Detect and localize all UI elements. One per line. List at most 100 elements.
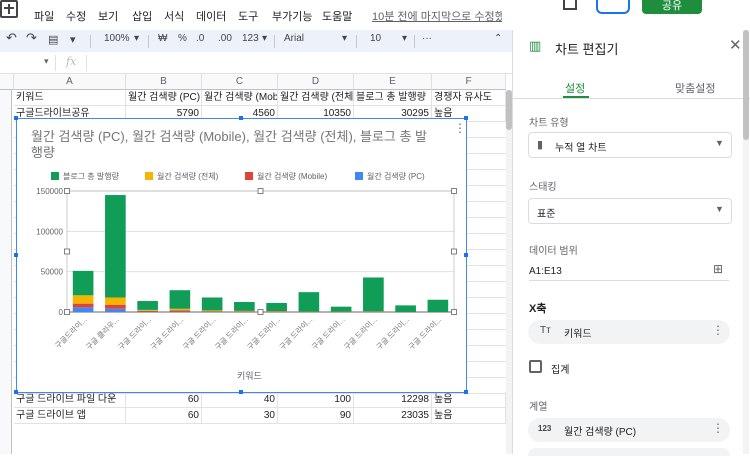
chart-resize-handle[interactable] xyxy=(14,390,18,394)
name-box[interactable]: ▾ xyxy=(0,55,56,71)
column-header-b[interactable]: B xyxy=(126,74,202,90)
x-axis-title[interactable]: 키워드 xyxy=(237,369,262,382)
last-edit-link[interactable]: 10분 전에 마지막으로 수정했습니다 xyxy=(372,8,502,24)
present-button[interactable] xyxy=(596,0,630,14)
bar-segment[interactable] xyxy=(105,309,126,312)
column-header-d[interactable]: D xyxy=(278,74,354,90)
bar-segment[interactable] xyxy=(73,295,94,303)
cell-e-download[interactable]: 12298 xyxy=(354,392,432,408)
font-chevron-icon[interactable]: ▾ xyxy=(342,33,347,44)
percent-format-button[interactable]: % xyxy=(178,33,187,44)
cell-e1[interactable]: 블로그 총 발행량 xyxy=(354,90,432,106)
redo-icon[interactable]: ↷ xyxy=(26,30,37,46)
menu-help[interactable]: 도움말 xyxy=(322,8,352,24)
series-chip[interactable]: 123 월간 검색량 (PC) ⋮ xyxy=(528,418,730,442)
bar-segment[interactable] xyxy=(105,297,126,304)
cell-d-app[interactable]: 90 xyxy=(278,408,354,424)
bar-segment[interactable] xyxy=(234,302,255,311)
bar-segment[interactable] xyxy=(73,307,94,312)
chart-resize-handle[interactable] xyxy=(14,253,18,257)
bar-segment[interactable] xyxy=(73,304,94,308)
cell-b-app[interactable]: 60 xyxy=(126,408,202,424)
paint-format-icon[interactable]: ▾ xyxy=(70,33,76,46)
chart-resize-handle[interactable] xyxy=(239,116,243,120)
bar-segment[interactable] xyxy=(73,271,94,295)
cell-a1[interactable]: 키워드 xyxy=(14,90,126,106)
bar-segment[interactable] xyxy=(202,297,223,310)
collapse-chevron-icon[interactable]: ⌃ xyxy=(494,33,502,44)
print-icon[interactable]: ▤ xyxy=(48,33,58,46)
grid-select-icon[interactable]: ⊞ xyxy=(713,262,723,276)
more-options-button[interactable]: ··· xyxy=(422,33,432,44)
more-formats-button[interactable]: 123 xyxy=(242,33,259,44)
series-chip-next[interactable] xyxy=(528,448,730,456)
plot-resize-handle[interactable] xyxy=(452,189,457,194)
x-axis-more-icon[interactable]: ⋮ xyxy=(712,323,724,337)
bar-segment[interactable] xyxy=(202,311,223,312)
plot-resize-handle[interactable] xyxy=(65,189,70,194)
bar-segment[interactable] xyxy=(234,311,255,312)
cell-b1[interactable]: 월간 검색량 (PC) xyxy=(126,90,202,106)
bar-segment[interactable] xyxy=(363,277,384,311)
plot-resize-handle[interactable] xyxy=(452,310,457,315)
menu-tools[interactable]: 도구 xyxy=(238,8,258,24)
increase-decimal-button[interactable]: .00 xyxy=(218,33,232,44)
font-size-chevron-icon[interactable]: ▾ xyxy=(402,33,407,44)
chart-container[interactable]: 월간 검색량 (PC), 월간 검색량 (Mobile), 월간 검색량 (전체… xyxy=(16,118,467,393)
bar-segment[interactable] xyxy=(202,310,223,311)
plot-resize-handle[interactable] xyxy=(65,310,70,315)
chart-resize-handle[interactable] xyxy=(464,390,468,394)
bar-segment[interactable] xyxy=(137,310,158,311)
menu-edit[interactable]: 수정 xyxy=(66,8,86,24)
share-button[interactable]: 공유 xyxy=(642,0,702,14)
select-all-corner[interactable] xyxy=(0,74,14,90)
close-icon[interactable]: ✕ xyxy=(729,36,742,54)
zoom-select[interactable]: 100% xyxy=(104,33,130,44)
chart-resize-handle[interactable] xyxy=(464,253,468,257)
bar-segment[interactable] xyxy=(428,300,449,312)
data-range-value[interactable]: A1:E13 xyxy=(529,266,562,277)
undo-icon[interactable]: ↶ xyxy=(6,30,17,46)
tab-setup[interactable]: 설정 xyxy=(565,80,585,96)
x-axis-chip[interactable]: Tт 키워드 ⋮ xyxy=(528,320,730,344)
cell-d-download[interactable]: 100 xyxy=(278,392,354,408)
menu-data[interactable]: 데이터 xyxy=(196,8,226,24)
column-header-f[interactable]: F xyxy=(432,74,506,90)
aggregate-checkbox[interactable] xyxy=(529,360,542,373)
cell-e-app[interactable]: 23035 xyxy=(354,408,432,424)
cell-a-app[interactable]: 구글 드라이브 앱 xyxy=(14,408,126,424)
chart-plot[interactable]: 050000100000150000구글드라이...구글 클라우...구글 드라… xyxy=(17,119,466,392)
font-select[interactable]: Arial xyxy=(284,33,304,44)
row-header-strip[interactable] xyxy=(0,90,12,454)
column-header-e[interactable]: E xyxy=(354,74,432,90)
menu-format[interactable]: 서식 xyxy=(164,8,184,24)
cell-b-download[interactable]: 60 xyxy=(126,392,202,408)
cell-a-download[interactable]: 구글 드라이브 파일 다운 xyxy=(14,392,126,408)
bar-segment[interactable] xyxy=(331,307,352,312)
formula-input[interactable] xyxy=(86,55,506,71)
plot-resize-handle[interactable] xyxy=(258,189,263,194)
chart-resize-handle[interactable] xyxy=(14,116,18,120)
series-more-icon[interactable]: ⋮ xyxy=(712,421,724,435)
cell-d1[interactable]: 월간 검색량 (전체) xyxy=(278,90,354,106)
sheets-logo-icon[interactable] xyxy=(0,0,18,18)
plot-resize-handle[interactable] xyxy=(258,310,263,315)
bar-segment[interactable] xyxy=(105,305,126,309)
currency-format-button[interactable]: ₩ xyxy=(158,33,167,44)
comment-icon[interactable] xyxy=(563,0,577,10)
menu-file[interactable]: 파일 xyxy=(34,8,54,24)
chart-type-select[interactable]: ▮ 누적 열 차트 ▼ xyxy=(528,132,732,158)
bar-segment[interactable] xyxy=(170,310,191,311)
bar-segment[interactable] xyxy=(170,290,191,309)
menu-insert[interactable]: 삽입 xyxy=(132,8,152,24)
bar-segment[interactable] xyxy=(137,311,158,312)
bar-segment[interactable] xyxy=(299,292,320,311)
column-header-c[interactable]: C xyxy=(202,74,278,90)
plot-resize-handle[interactable] xyxy=(452,249,457,254)
panel-scrollbar[interactable] xyxy=(743,30,749,454)
bar-segment[interactable] xyxy=(137,301,158,310)
bar-segment[interactable] xyxy=(266,303,287,311)
cell-f-download[interactable]: 높음 xyxy=(432,392,506,408)
decrease-decimal-button[interactable]: .0 xyxy=(196,33,204,44)
menu-addons[interactable]: 부가기능 xyxy=(272,8,312,24)
